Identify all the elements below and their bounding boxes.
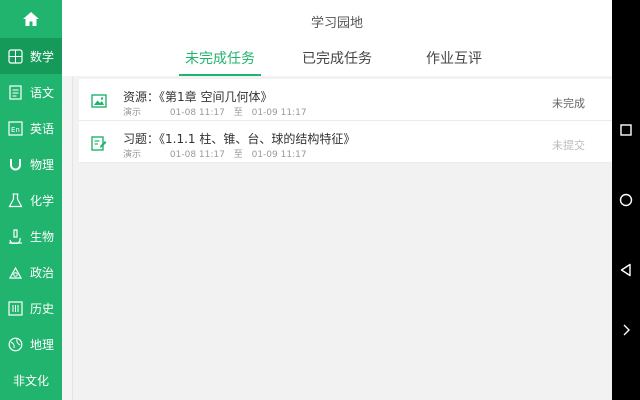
- home-nav-button[interactable]: [618, 192, 634, 208]
- sidebar-item-history[interactable]: 历史: [0, 290, 62, 326]
- task-meta: 演示 01-08 11:17 至 01-09 11:17: [123, 147, 313, 160]
- tab-incomplete[interactable]: 未完成任务: [179, 48, 261, 76]
- sidebar-item-math[interactable]: 数学: [0, 38, 62, 74]
- task-date-separator: 至: [233, 150, 243, 160]
- svg-text:En: En: [11, 126, 20, 134]
- sidebar-item-biology[interactable]: 生物: [0, 218, 62, 254]
- sidebar-item-nonculture[interactable]: 非文化: [0, 362, 62, 398]
- recents-button[interactable]: [618, 122, 634, 138]
- sidebar-item-label: 历史: [30, 301, 55, 316]
- sidebar-item-physics[interactable]: 物理: [0, 146, 62, 182]
- subject-sidebar: 数学 语文 En 英语 物理 化学 生物 政治 历史 地理 非文化: [0, 0, 62, 400]
- task-title: 习题：《1.1.1 柱、锥、台、球的结构特征》: [123, 132, 356, 146]
- home-button[interactable]: [0, 0, 62, 38]
- sidebar-item-geography[interactable]: 地理: [0, 326, 62, 362]
- en-letter-icon: En: [8, 120, 23, 136]
- task-row-exercise[interactable]: 习题：《1.1.1 柱、锥、台、球的结构特征》 演示 01-08 11:17 至…: [79, 121, 613, 163]
- app-window: 数学 语文 En 英语 物理 化学 生物 政治 历史 地理 非文化 学习园地 未…: [0, 0, 613, 400]
- sidebar-item-label: 化学: [30, 193, 55, 208]
- book-text-icon: [8, 84, 23, 100]
- status-badge: 未完成: [552, 97, 585, 110]
- task-start: 01-08 11:17: [169, 108, 225, 118]
- status-badge: 未提交: [552, 139, 585, 152]
- sidebar-item-label: 生物: [30, 229, 55, 244]
- sidebar-item-label: 物理: [30, 157, 55, 172]
- magnet-icon: [8, 157, 23, 172]
- task-date-separator: 至: [233, 108, 243, 118]
- task-row-resource[interactable]: 资源：《第1章 空间几何体》 演示 01-08 11:17 至 01-09 11…: [79, 79, 613, 121]
- sidebar-item-chemistry[interactable]: 化学: [0, 182, 62, 218]
- columns-icon: [8, 300, 23, 316]
- chevron-right-icon[interactable]: [618, 322, 634, 338]
- grid-calc-icon: [8, 48, 23, 64]
- page-title: 学习园地: [310, 16, 363, 31]
- page-header: 学习园地 未完成任务 已完成任务 作业互评: [62, 0, 612, 76]
- task-meta: 演示 01-08 11:17 至 01-09 11:17: [123, 105, 313, 118]
- sidebar-item-label: 非文化: [12, 373, 49, 388]
- task-end: 01-09 11:17: [251, 108, 307, 118]
- sidebar-item-english[interactable]: En 英语: [0, 110, 62, 146]
- back-button[interactable]: [618, 262, 634, 278]
- sidebar-item-label: 英语: [30, 121, 55, 136]
- task-title: 资源：《第1章 空间几何体》: [123, 90, 273, 104]
- sidebar-item-label: 语文: [30, 85, 55, 100]
- balance-icon: [8, 265, 23, 280]
- sidebar-item-label: 政治: [30, 265, 55, 280]
- microscope-icon: [8, 228, 23, 244]
- sidebar-item-label: 数学: [30, 49, 55, 64]
- task-author: 演示: [123, 108, 142, 118]
- task-author: 演示: [123, 150, 142, 160]
- sidebar-item-politics[interactable]: 政治: [0, 254, 62, 290]
- task-end: 01-09 11:17: [251, 150, 307, 160]
- sidebar-item-chinese[interactable]: 语文: [0, 74, 62, 110]
- edit-document-icon: [91, 136, 107, 151]
- system-nav-bar: [612, 0, 640, 400]
- flask-icon: [8, 193, 23, 208]
- home-icon: [23, 12, 39, 26]
- globe-icon: [8, 337, 23, 352]
- task-list: 资源：《第1章 空间几何体》 演示 01-08 11:17 至 01-09 11…: [72, 76, 613, 400]
- image-icon: [91, 94, 107, 108]
- sidebar-item-label: 地理: [30, 337, 55, 352]
- task-start: 01-08 11:17: [169, 150, 225, 160]
- tab-completed[interactable]: 已完成任务: [302, 48, 372, 76]
- tab-peer-review[interactable]: 作业互评: [426, 48, 482, 76]
